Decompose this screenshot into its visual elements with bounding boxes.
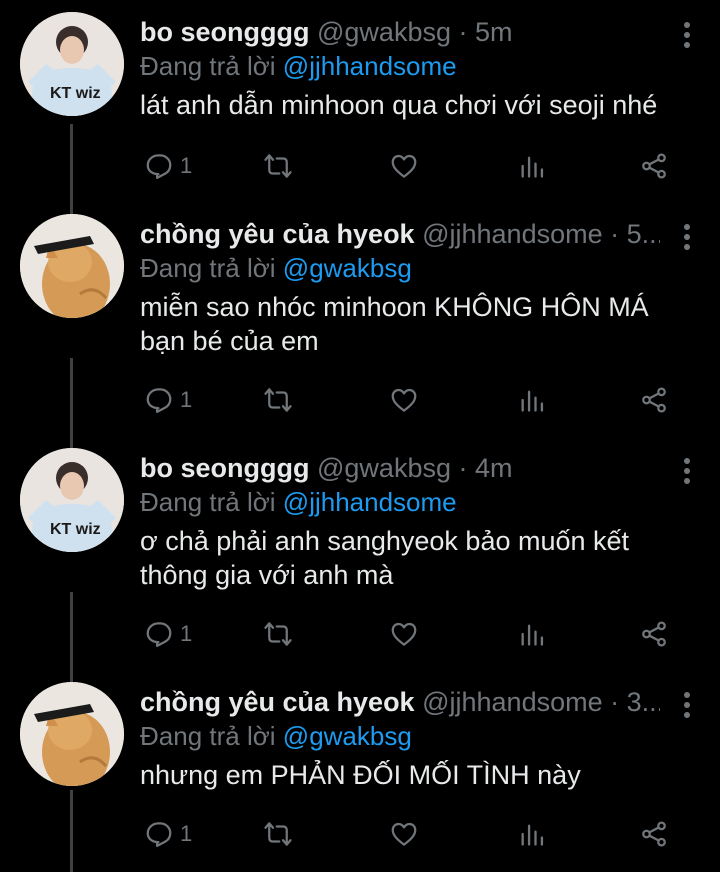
retweet-button[interactable]	[260, 380, 296, 420]
retweet-button[interactable]	[260, 814, 296, 854]
tweet-text: lát anh dẫn minhoon qua chơi với seoji n…	[140, 90, 658, 120]
tweet-text: ơ chả phải anh sanghyeok bảo muốn kết th…	[140, 526, 630, 590]
tweet[interactable]: KT wiz bo seongggg @gwakbsg · 5m Đang tr…	[0, 12, 720, 212]
heart-icon	[391, 388, 417, 412]
reply-button[interactable]: 1	[144, 814, 192, 854]
analytics-icon	[521, 624, 544, 646]
replying-to: Đang trả lời @jjhhandsome	[140, 46, 457, 86]
user-handle[interactable]: @jjhhandsome	[422, 687, 603, 717]
share-icon	[642, 621, 666, 647]
retweet-icon	[264, 622, 292, 646]
display-name[interactable]: bo seongggg	[140, 17, 309, 47]
analytics-icon	[521, 824, 544, 846]
reply-icon	[146, 622, 172, 647]
tweet[interactable]: KT wiz bo seongggg @gwakbsg · 4m Đang tr…	[0, 448, 720, 678]
replying-to: Đang trả lời @jjhhandsome	[140, 482, 457, 522]
mention-link[interactable]: @gwakbsg	[283, 721, 412, 751]
tweet[interactable]: chồng yêu của hyeok @jjhhandsome · 3... …	[0, 682, 720, 872]
display-name[interactable]: bo seongggg	[140, 453, 309, 483]
reply-button[interactable]: 1	[144, 614, 192, 654]
mention-link[interactable]: @jjhhandsome	[283, 51, 457, 81]
replying-to-label: Đang trả lời	[140, 253, 276, 283]
avatar[interactable]	[20, 214, 124, 318]
reply-button[interactable]: 1	[144, 146, 192, 186]
reply-icon	[146, 822, 172, 847]
avatar[interactable]: KT wiz	[20, 448, 124, 552]
mention-link[interactable]: @jjhhandsome	[283, 487, 457, 517]
timestamp[interactable]: 5...	[627, 219, 660, 249]
share-icon	[642, 153, 666, 179]
like-button[interactable]	[388, 380, 420, 420]
svg-text:KT wiz: KT wiz	[50, 85, 101, 102]
separator-dot: ·	[458, 17, 468, 47]
analytics-button[interactable]	[518, 380, 546, 420]
share-button[interactable]	[638, 380, 670, 420]
user-handle[interactable]: @jjhhandsome	[422, 219, 603, 249]
separator-dot: ·	[458, 453, 468, 483]
retweet-button[interactable]	[260, 614, 296, 654]
heart-icon	[391, 154, 417, 178]
avatar[interactable]: KT wiz	[20, 12, 124, 116]
cat-photo-avatar	[20, 214, 124, 318]
player-photo-avatar: KT wiz	[20, 448, 124, 552]
tweet-text: miễn sao nhóc minhoon KHÔNG HÔN MÁ bạn b…	[140, 292, 649, 356]
heart-icon	[391, 622, 417, 646]
reply-count: 1	[180, 153, 193, 178]
analytics-icon	[521, 390, 544, 412]
share-icon	[642, 387, 666, 413]
separator-dot: ·	[610, 219, 620, 249]
replying-to-label: Đang trả lời	[140, 721, 276, 751]
replying-to: Đang trả lời @gwakbsg	[140, 716, 412, 756]
tweet-actions: 1	[140, 814, 680, 854]
share-icon	[642, 821, 666, 847]
heart-icon	[391, 822, 417, 846]
retweet-button[interactable]	[260, 146, 296, 186]
share-button[interactable]	[638, 146, 670, 186]
timestamp[interactable]: 3...	[627, 687, 660, 717]
user-handle[interactable]: @gwakbsg	[317, 17, 451, 47]
analytics-icon	[521, 156, 544, 178]
share-button[interactable]	[638, 614, 670, 654]
tweet[interactable]: chồng yêu của hyeok @jjhhandsome · 5... …	[0, 214, 720, 444]
analytics-button[interactable]	[518, 146, 546, 186]
tweet-text: nhưng em PHẢN ĐỐI MỐI TÌNH này	[140, 760, 581, 790]
reply-count: 1	[180, 621, 193, 646]
retweet-icon	[264, 388, 292, 412]
cat-photo-avatar	[20, 682, 124, 786]
avatar[interactable]	[20, 682, 124, 786]
display-name[interactable]: chồng yêu của hyeok	[140, 687, 415, 717]
separator-dot: ·	[610, 687, 620, 717]
retweet-icon	[264, 822, 292, 846]
timestamp[interactable]: 5m	[475, 17, 513, 47]
more-options-icon[interactable]	[682, 458, 692, 486]
more-options-icon[interactable]	[682, 224, 692, 252]
svg-text:KT wiz: KT wiz	[50, 521, 101, 538]
mention-link[interactable]: @gwakbsg	[283, 253, 412, 283]
reply-button[interactable]: 1	[144, 380, 192, 420]
replying-to-label: Đang trả lời	[140, 487, 276, 517]
reply-count: 1	[180, 387, 193, 412]
like-button[interactable]	[388, 614, 420, 654]
like-button[interactable]	[388, 814, 420, 854]
tweet-actions: 1	[140, 380, 680, 420]
analytics-button[interactable]	[518, 614, 546, 654]
tweet-actions: 1	[140, 614, 680, 654]
retweet-icon	[264, 154, 292, 178]
reply-icon	[146, 154, 172, 179]
tweet-actions: 1	[140, 146, 680, 186]
player-photo-avatar: KT wiz	[20, 12, 124, 116]
replying-to: Đang trả lời @gwakbsg	[140, 248, 412, 288]
reply-icon	[146, 388, 172, 413]
replying-to-label: Đang trả lời	[140, 51, 276, 81]
more-options-icon[interactable]	[682, 692, 692, 720]
timestamp[interactable]: 4m	[475, 453, 513, 483]
user-handle[interactable]: @gwakbsg	[317, 453, 451, 483]
more-options-icon[interactable]	[682, 22, 692, 50]
analytics-button[interactable]	[518, 814, 546, 854]
reply-count: 1	[180, 821, 193, 846]
like-button[interactable]	[388, 146, 420, 186]
share-button[interactable]	[638, 814, 670, 854]
display-name[interactable]: chồng yêu của hyeok	[140, 219, 415, 249]
